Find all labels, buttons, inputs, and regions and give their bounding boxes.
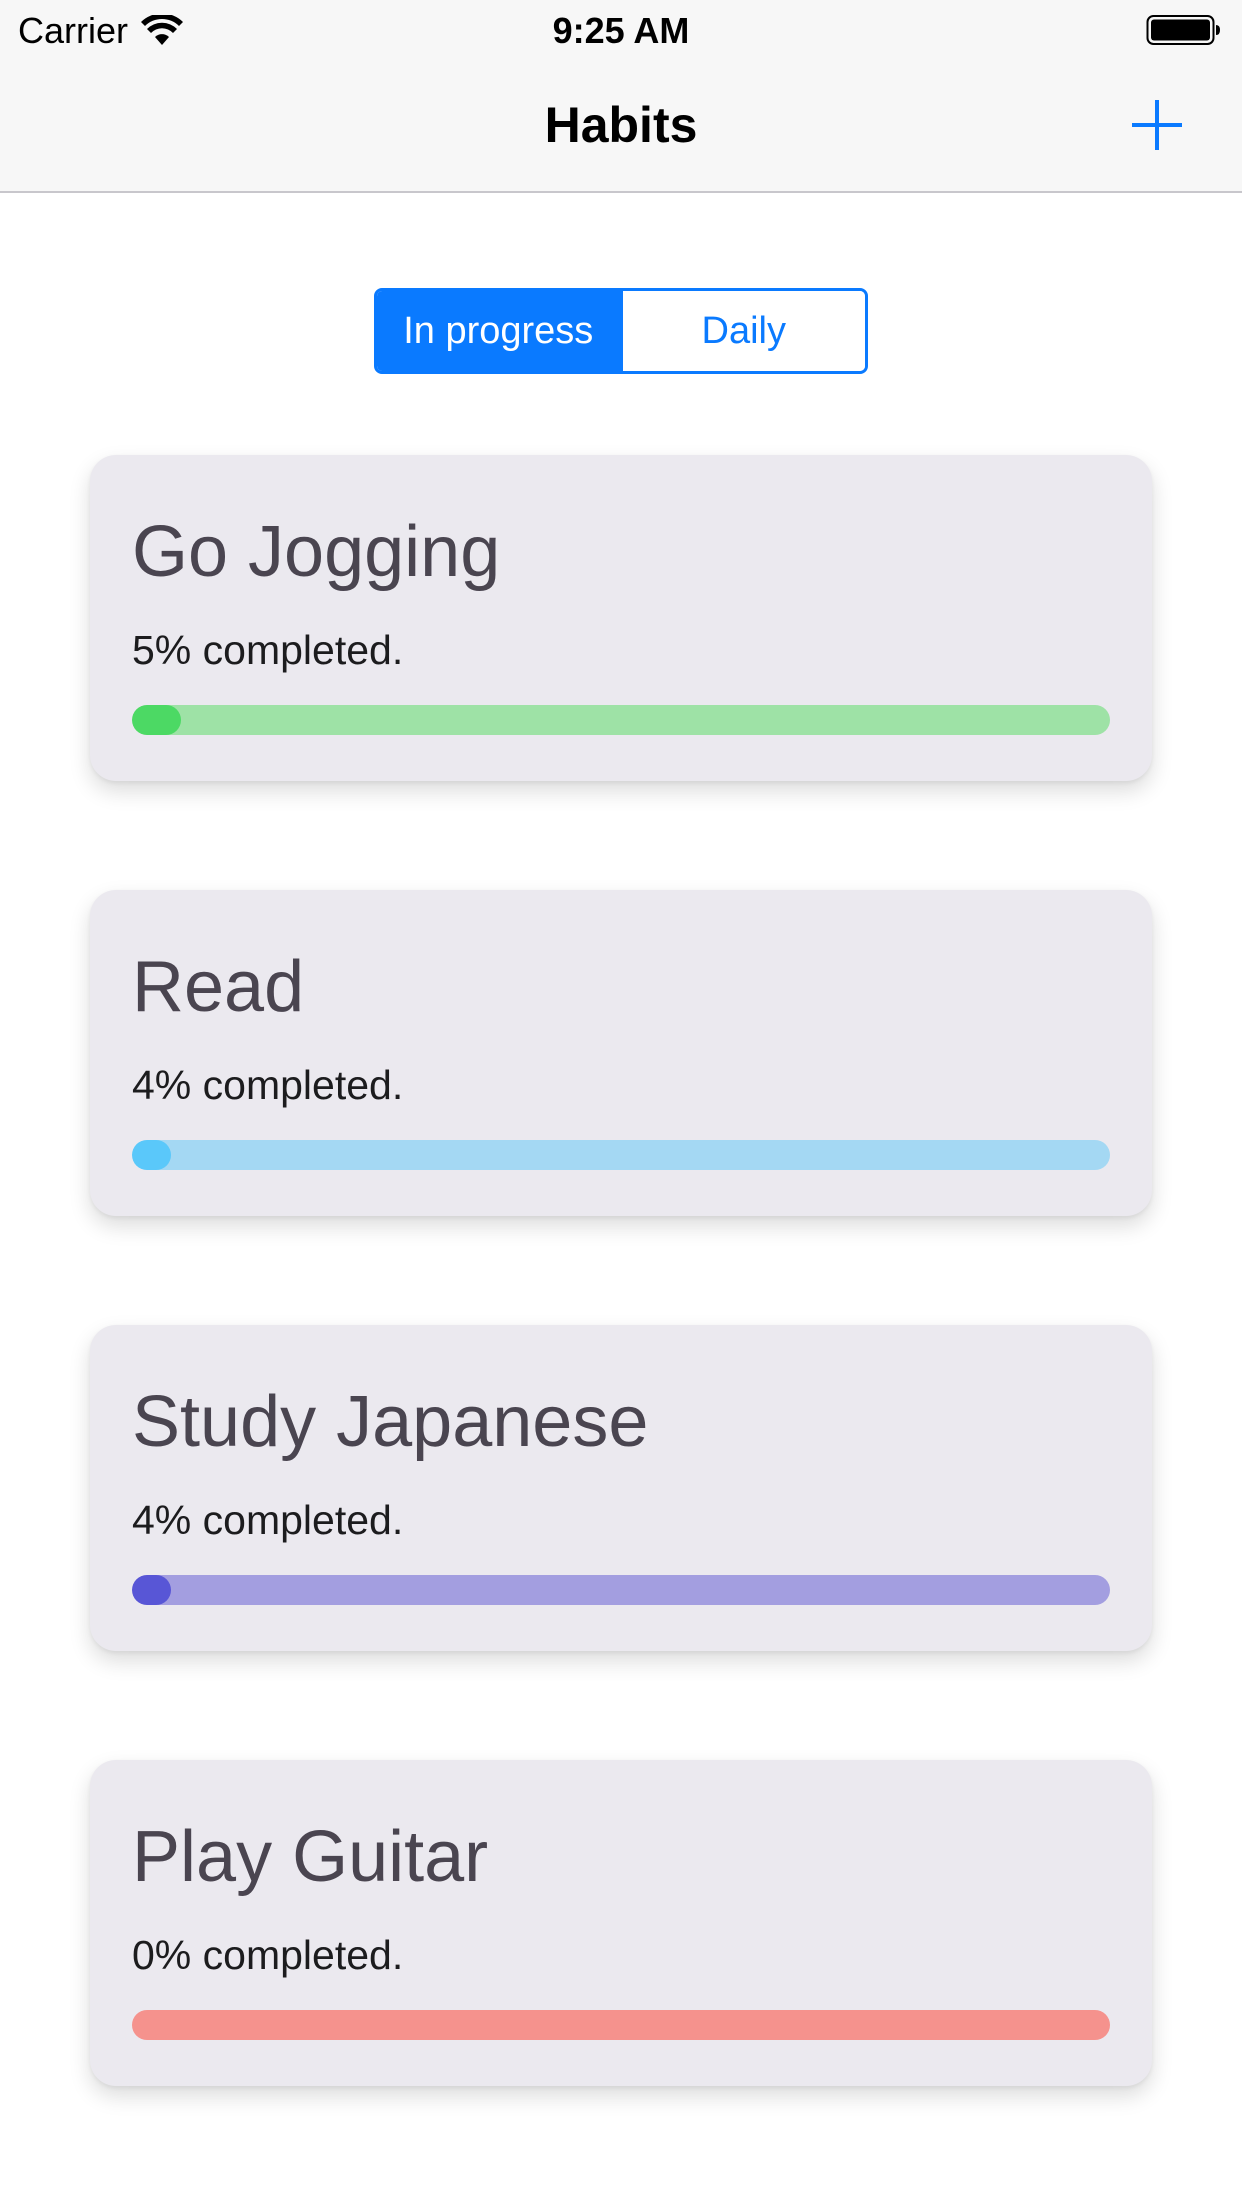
segment-in-progress[interactable]: In progress (377, 291, 623, 371)
habit-card-study-japanese[interactable]: Study Japanese 4% completed. (90, 1325, 1152, 1651)
habit-progress-bar (132, 1575, 1110, 1605)
habit-progress-bar (132, 1140, 1110, 1170)
habit-list: Go Jogging 5% completed. Read 4% complet… (90, 455, 1152, 2195)
plus-icon (1132, 100, 1182, 150)
habit-card-go-jogging[interactable]: Go Jogging 5% completed. (90, 455, 1152, 781)
habit-title: Go Jogging (132, 512, 501, 592)
habit-progress-bar (132, 2010, 1110, 2040)
habit-progress-fill (132, 1575, 172, 1605)
habit-card-read[interactable]: Read 4% completed. (90, 890, 1152, 1216)
navigation-bar: Habits (0, 60, 1242, 193)
habit-progress-text: 4% completed. (132, 1497, 404, 1543)
habit-progress-text: 5% completed. (132, 627, 404, 673)
habit-progress-fill (132, 705, 181, 735)
battery-icon (1146, 15, 1220, 45)
status-bar: Carrier 9:25 AM (0, 0, 1242, 60)
habit-title: Study Japanese (132, 1382, 649, 1462)
add-habit-button[interactable] (1130, 98, 1184, 152)
habit-progress-bar (132, 705, 1110, 735)
page-title: Habits (544, 97, 698, 153)
segment-daily[interactable]: Daily (622, 291, 865, 371)
filter-segmented-control: In progress Daily (374, 288, 868, 374)
habit-card-play-guitar[interactable]: Play Guitar 0% completed. (90, 1760, 1152, 2086)
habit-title: Read (132, 947, 305, 1027)
habit-title: Play Guitar (132, 1817, 489, 1897)
habit-progress-text: 4% completed. (132, 1062, 404, 1108)
clock: 9:25 AM (552, 10, 690, 51)
habit-progress-text: 0% completed. (132, 1932, 404, 1978)
habit-progress-fill (132, 1140, 172, 1170)
